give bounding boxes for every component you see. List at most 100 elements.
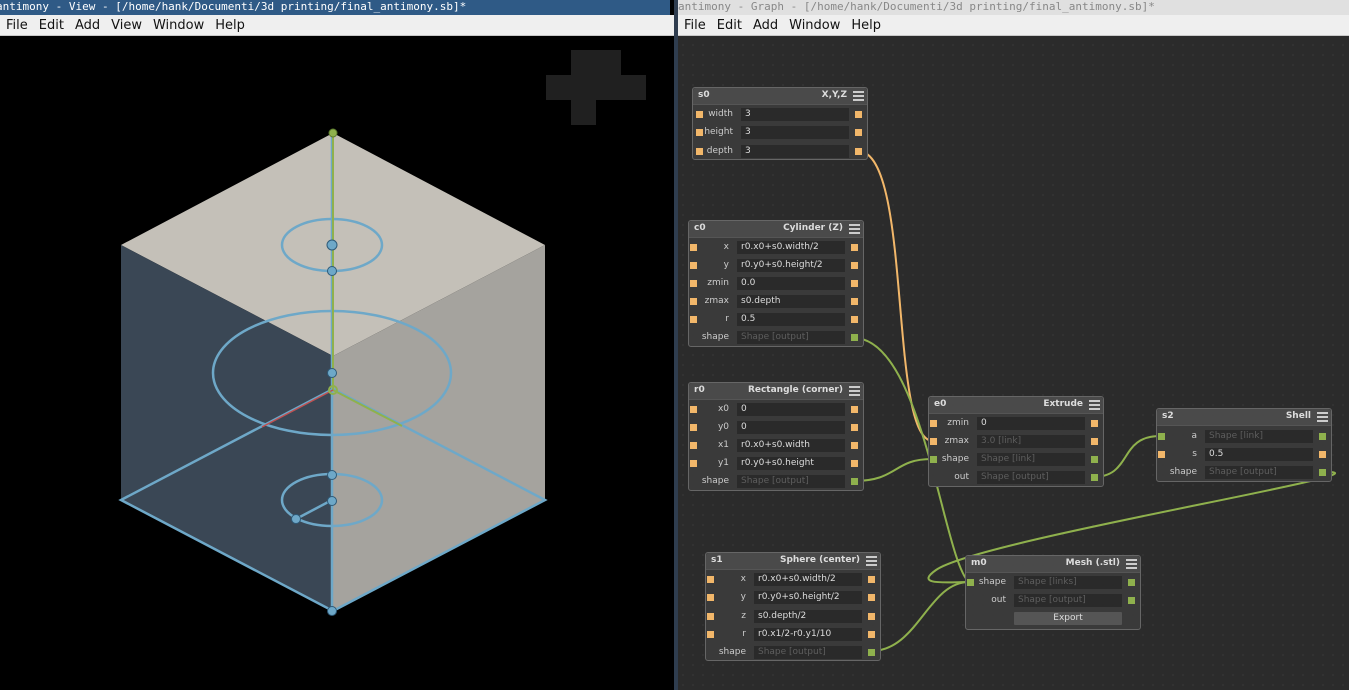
- input-pin[interactable]: [690, 460, 697, 467]
- value-field[interactable]: 0: [977, 417, 1085, 430]
- node-header[interactable]: s2 Shell: [1157, 409, 1331, 426]
- value-field[interactable]: 3: [741, 126, 849, 139]
- node-c0[interactable]: c0 Cylinder (Z) x r0.x0+s0.width/2 y r0.…: [688, 220, 864, 347]
- input-pin[interactable]: [690, 244, 697, 251]
- node-r0[interactable]: r0 Rectangle (corner) x0 0 y0 0 x1 r0.x0…: [688, 382, 864, 491]
- value-field[interactable]: 0.5: [1205, 448, 1313, 461]
- output-pin[interactable]: [851, 316, 858, 323]
- 3d-viewport[interactable]: [0, 36, 674, 690]
- graph-menu-help[interactable]: Help: [846, 18, 886, 33]
- input-pin[interactable]: [690, 280, 697, 287]
- output-pin[interactable]: [851, 298, 858, 305]
- value-field[interactable]: 0: [737, 421, 845, 434]
- value-field[interactable]: 3: [741, 108, 849, 121]
- menu-icon[interactable]: [1126, 559, 1137, 569]
- output-pin[interactable]: [868, 594, 875, 601]
- graph-menu-add[interactable]: Add: [748, 18, 783, 33]
- node-s1[interactable]: s1 Sphere (center) x r0.x0+s0.width/2 y …: [705, 552, 881, 661]
- export-button[interactable]: Export: [1014, 612, 1122, 625]
- value-field[interactable]: r0.x0+s0.width/2: [737, 241, 845, 254]
- node-header[interactable]: m0 Mesh (.stl): [966, 556, 1140, 573]
- shape-output-pin[interactable]: [851, 478, 858, 485]
- node-header[interactable]: e0 Extrude: [929, 397, 1103, 414]
- value-field[interactable]: r0.x0+s0.width: [737, 439, 845, 452]
- value-field[interactable]: 0.0: [737, 277, 845, 290]
- input-pin[interactable]: [930, 438, 937, 445]
- input-pin[interactable]: [707, 631, 714, 638]
- output-pin[interactable]: [855, 111, 862, 118]
- value-field[interactable]: r0.y0+s0.height/2: [737, 259, 845, 272]
- view-menu-edit[interactable]: Edit: [34, 18, 69, 33]
- value-field[interactable]: 3: [741, 145, 849, 158]
- view-menu-add[interactable]: Add: [70, 18, 105, 33]
- output-pin[interactable]: [851, 244, 858, 251]
- node-header[interactable]: s0 X,Y,Z: [693, 88, 867, 105]
- output-pin[interactable]: [868, 576, 875, 583]
- output-pin[interactable]: [851, 460, 858, 467]
- input-pin[interactable]: [690, 298, 697, 305]
- view-menu-view[interactable]: View: [106, 18, 147, 33]
- menu-icon[interactable]: [1089, 400, 1100, 410]
- input-pin[interactable]: [690, 424, 697, 431]
- shape-output-pin[interactable]: [1091, 474, 1098, 481]
- value-field[interactable]: s0.depth: [737, 295, 845, 308]
- output-pin[interactable]: [851, 442, 858, 449]
- view-menu-file[interactable]: File: [1, 18, 33, 33]
- shape-output-pin[interactable]: [868, 649, 875, 656]
- input-pin[interactable]: [707, 576, 714, 583]
- value-field[interactable]: r0.x1/2-r0.y1/10: [754, 628, 862, 641]
- output-pin[interactable]: [1091, 420, 1098, 427]
- value-field[interactable]: 0.5: [737, 313, 845, 326]
- menu-icon[interactable]: [849, 224, 860, 234]
- value-field[interactable]: r0.y0+s0.height: [737, 457, 845, 470]
- value-field[interactable]: r0.x0+s0.width/2: [754, 573, 862, 586]
- output-pin[interactable]: [868, 613, 875, 620]
- node-m0[interactable]: m0 Mesh (.stl) shape Shape [links] out S…: [965, 555, 1141, 630]
- output-pin[interactable]: [855, 129, 862, 136]
- input-pin[interactable]: [696, 148, 703, 155]
- output-pin[interactable]: [1091, 438, 1098, 445]
- output-pin[interactable]: [855, 148, 862, 155]
- shape-input-pin[interactable]: [930, 456, 937, 463]
- node-e0[interactable]: e0 Extrude zmin 0 zmax 3.0 [link] shape …: [928, 396, 1104, 487]
- shape-input-pin[interactable]: [1158, 433, 1165, 440]
- input-pin[interactable]: [690, 406, 697, 413]
- input-pin[interactable]: [707, 613, 714, 620]
- shape-output-pin[interactable]: [1319, 469, 1326, 476]
- shape-output-pin[interactable]: [1128, 597, 1135, 604]
- shape-output-pin[interactable]: [1319, 433, 1326, 440]
- input-pin[interactable]: [696, 129, 703, 136]
- input-pin[interactable]: [696, 111, 703, 118]
- node-s0[interactable]: s0 X,Y,Z width 3 height 3 depth 3: [692, 87, 868, 160]
- input-pin[interactable]: [930, 420, 937, 427]
- output-pin[interactable]: [851, 280, 858, 287]
- value-field[interactable]: r0.y0+s0.height/2: [754, 591, 862, 604]
- menu-icon[interactable]: [849, 386, 860, 396]
- node-header[interactable]: c0 Cylinder (Z): [689, 221, 863, 238]
- menu-icon[interactable]: [866, 556, 877, 566]
- output-pin[interactable]: [851, 406, 858, 413]
- menu-icon[interactable]: [853, 91, 864, 101]
- output-pin[interactable]: [868, 631, 875, 638]
- menu-icon[interactable]: [1317, 412, 1328, 422]
- shape-input-pin[interactable]: [967, 579, 974, 586]
- node-s2[interactable]: s2 Shell a Shape [link] s 0.5 shape Shap…: [1156, 408, 1332, 482]
- value-field[interactable]: s0.depth/2: [754, 610, 862, 623]
- input-pin[interactable]: [707, 594, 714, 601]
- graph-menu-file[interactable]: File: [679, 18, 711, 33]
- view-menu-window[interactable]: Window: [148, 18, 209, 33]
- output-pin[interactable]: [851, 262, 858, 269]
- input-pin[interactable]: [690, 262, 697, 269]
- input-pin[interactable]: [1158, 451, 1165, 458]
- shape-output-pin[interactable]: [851, 334, 858, 341]
- shape-output-pin[interactable]: [1128, 579, 1135, 586]
- input-pin[interactable]: [690, 442, 697, 449]
- graph-window[interactable]: antimony - Graph - [/home/hank/Documenti…: [678, 0, 1349, 690]
- graph-menu-window[interactable]: Window: [784, 18, 845, 33]
- view-cube-icon[interactable]: [546, 50, 646, 125]
- node-header[interactable]: r0 Rectangle (corner): [689, 383, 863, 400]
- output-pin[interactable]: [1319, 451, 1326, 458]
- graph-menu-edit[interactable]: Edit: [712, 18, 747, 33]
- input-pin[interactable]: [690, 316, 697, 323]
- shape-output-pin[interactable]: [1091, 456, 1098, 463]
